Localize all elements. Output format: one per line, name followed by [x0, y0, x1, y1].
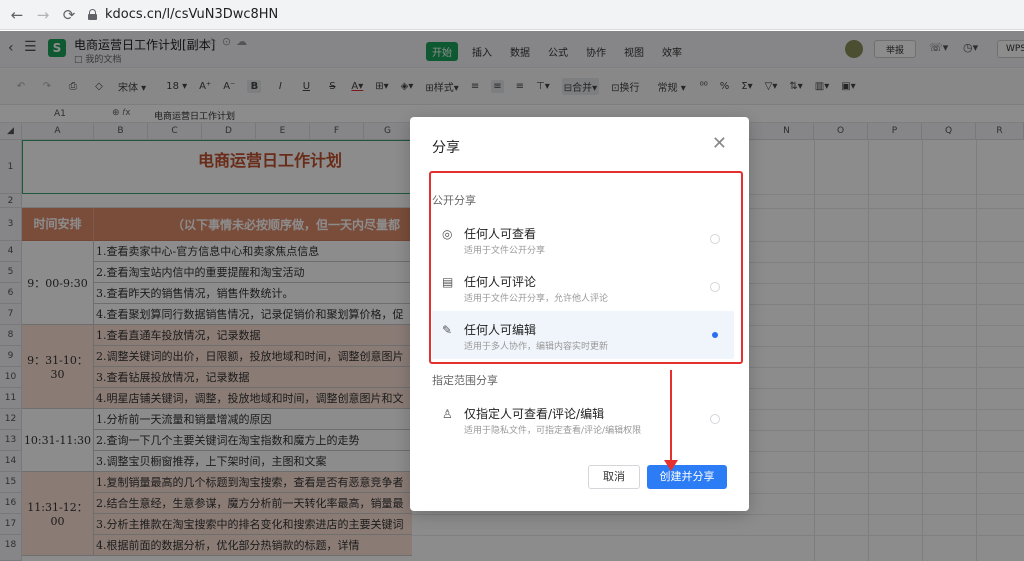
forward-arrow-icon[interactable]: →: [30, 2, 56, 28]
create-share-button[interactable]: 创建并分享: [647, 465, 727, 489]
radio-comment[interactable]: [710, 282, 720, 292]
annotation-arrow-head: [664, 460, 678, 471]
comment-icon: ▤: [442, 275, 454, 289]
radio-edit[interactable]: [710, 330, 720, 340]
pencil-icon: ✎: [442, 323, 453, 337]
lock-icon: [88, 9, 97, 20]
close-icon[interactable]: ✕: [712, 133, 727, 154]
reload-icon[interactable]: ⟳: [56, 2, 82, 28]
option-anyone-view[interactable]: ◎ 任何人可查看 适用于文件公开分享: [432, 215, 734, 263]
option-anyone-edit[interactable]: ✎ 任何人可编辑 适用于多人协作，编辑内容实时更新: [432, 311, 734, 359]
cancel-button[interactable]: 取消: [588, 465, 640, 489]
eye-icon: ◎: [442, 227, 453, 241]
option-description: 适用于隐私文件，可指定查看/评论/编辑权限: [464, 426, 642, 436]
user-icon: ♙: [442, 407, 453, 421]
share-dialog: 分享 ✕ 公开分享 ◎ 任何人可查看 适用于文件公开分享 ▤ 任何人可评论 适用…: [410, 117, 749, 511]
radio-view[interactable]: [710, 234, 720, 244]
option-title: 任何人可查看: [464, 227, 537, 241]
restricted-share-label: 指定范围分享: [432, 374, 498, 387]
dialog-title: 分享: [432, 140, 460, 156]
public-share-label: 公开分享: [432, 194, 476, 207]
option-description: 适用于文件公开分享: [464, 246, 546, 256]
url-text: kdocs.cn/l/csVuN3Dwc8HN: [105, 7, 279, 22]
back-arrow-icon[interactable]: ←: [4, 2, 30, 28]
option-specified-people[interactable]: ♙ 仅指定人可查看/评论/编辑 适用于隐私文件，可指定查看/评论/编辑权限: [432, 395, 734, 443]
annotation-arrow-line: [670, 370, 672, 466]
option-title: 任何人可评论: [464, 275, 537, 289]
option-description: 适用于文件公开分享，允许他人评论: [464, 294, 609, 304]
option-anyone-comment[interactable]: ▤ 任何人可评论 适用于文件公开分享，允许他人评论: [432, 263, 734, 311]
browser-toolbar: ← → ⟳ kdocs.cn/l/csVuN3Dwc8HN: [0, 0, 1024, 30]
radio-specified[interactable]: [710, 414, 720, 424]
option-title: 任何人可编辑: [464, 323, 537, 337]
address-bar[interactable]: kdocs.cn/l/csVuN3Dwc8HN: [88, 3, 278, 27]
option-description: 适用于多人协作，编辑内容实时更新: [464, 342, 609, 352]
option-title: 仅指定人可查看/评论/编辑: [464, 407, 605, 421]
